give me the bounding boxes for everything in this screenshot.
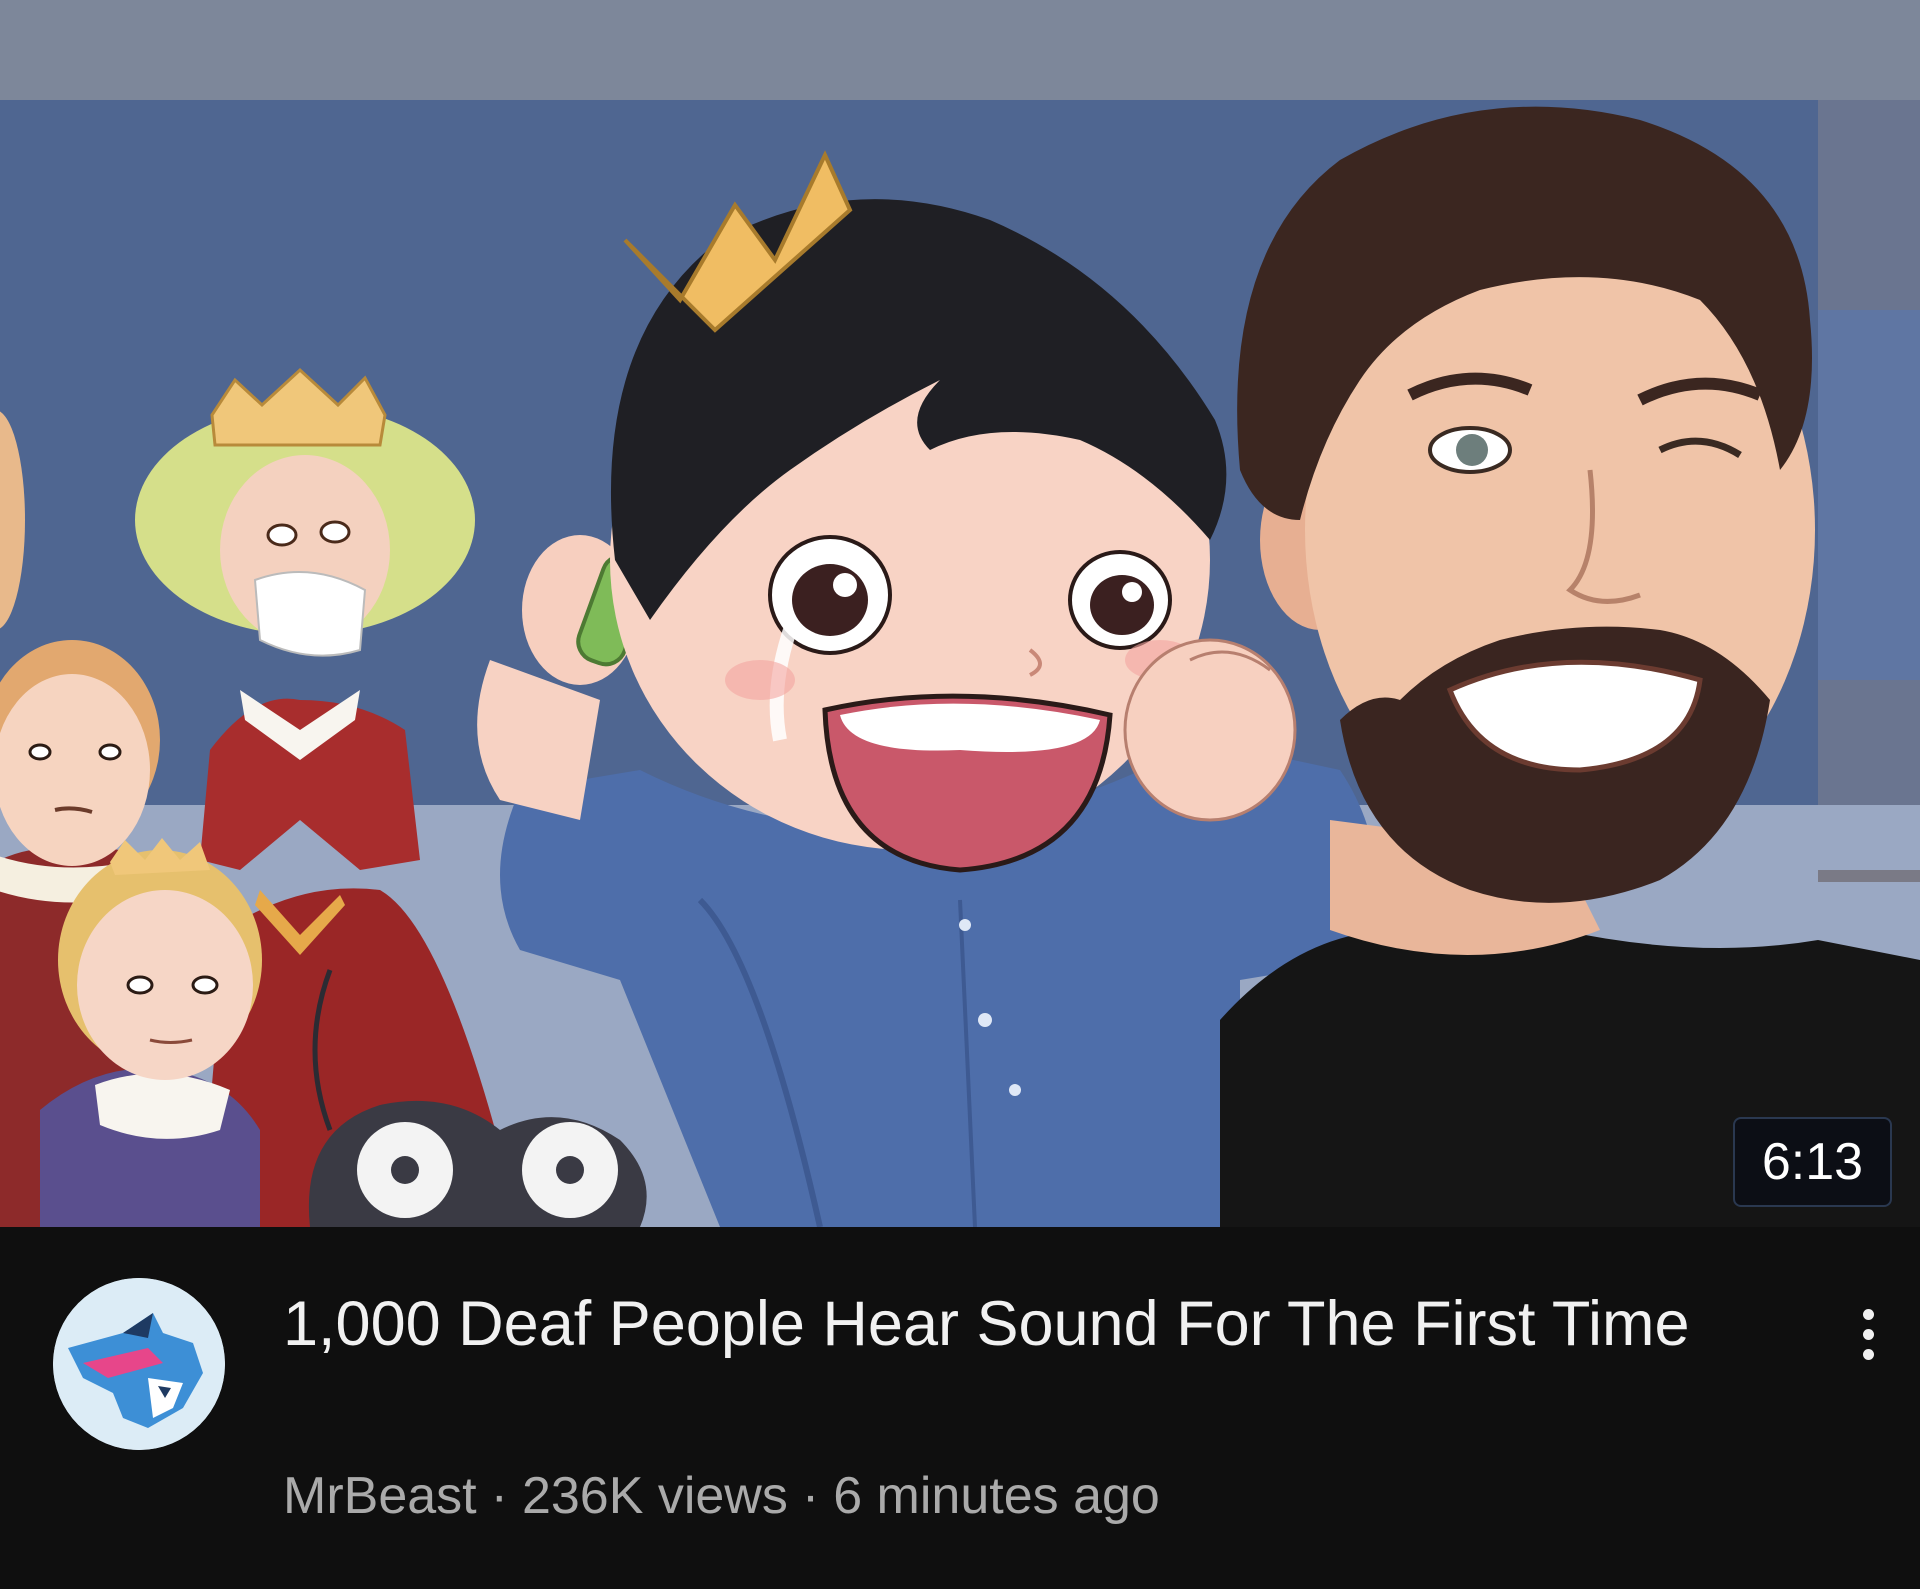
meta-separator: · [490, 1467, 508, 1525]
more-options-button[interactable] [1838, 1289, 1898, 1379]
video-title[interactable]: 1,000 Deaf People Hear Sound For The Fir… [283, 1279, 1823, 1369]
more-vert-icon [1862, 1308, 1874, 1320]
meta-separator: · [801, 1467, 820, 1525]
channel-name[interactable]: MrBeast [283, 1467, 477, 1525]
video-meta: MrBeast · 236K views · 6 minutes ago [283, 1464, 1683, 1528]
video-thumbnail[interactable]: 6:13 [0, 0, 1920, 1227]
video-info-row: 1,000 Deaf People Hear Sound For The Fir… [0, 1227, 1920, 1589]
mrbeast-panther-logo-icon [53, 1278, 225, 1450]
view-count: 236K views [521, 1467, 788, 1525]
thumbnail-illustration [0, 0, 1920, 1227]
upload-age: 6 minutes ago [833, 1467, 1160, 1525]
more-vert-icon [1862, 1328, 1874, 1340]
more-vert-icon [1862, 1348, 1874, 1360]
channel-avatar[interactable] [53, 1278, 225, 1450]
video-card: 6:13 1,000 Deaf People Hear Sound For Th… [0, 0, 1920, 1589]
duration-badge: 6:13 [1733, 1117, 1892, 1207]
